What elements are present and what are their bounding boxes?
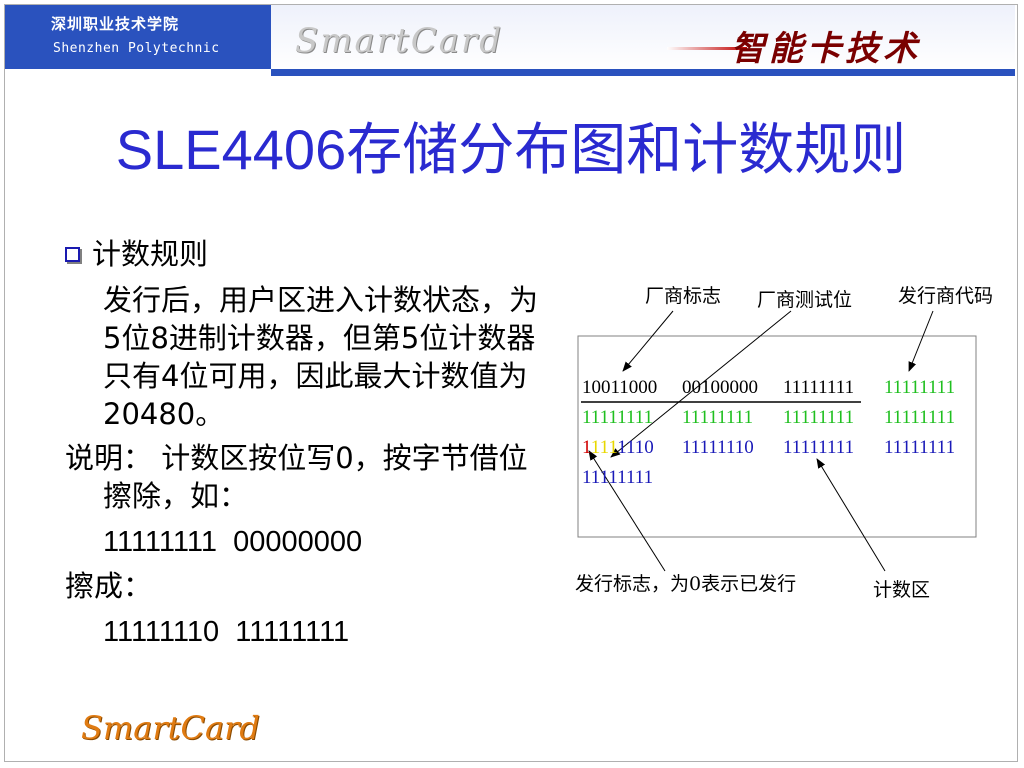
bits-r2-c4: 11111111 <box>884 407 956 428</box>
arrow-vendor-mark <box>622 310 674 372</box>
bits-r2-c1: 11111111 <box>582 407 654 428</box>
header-rule <box>271 69 1015 76</box>
note-paragraph: 说明： 计数区按位写0，按字节借位擦除，如： <box>65 441 528 513</box>
bits-r1-c2: 00100000 <box>682 377 758 398</box>
bits-r1-c3: 11111111 <box>783 377 855 398</box>
slide-title: SLE4406存储分布图和计数规则 <box>115 118 907 181</box>
label-vendor-test: 厂商测试位 <box>757 289 853 311</box>
counter-bits: 1110 <box>617 437 654 458</box>
school-name-cn: 深圳职业技术学院 <box>51 15 180 33</box>
header: 深圳职业技术学院 Shenzhen Polytechnic SmartCard … <box>5 5 1017 77</box>
school-banner: 深圳职业技术学院 Shenzhen Polytechnic <box>5 5 271 69</box>
label-vendor-mark: 厂商标志 <box>645 285 722 307</box>
bits-r3-c4: 11111111 <box>884 437 956 458</box>
smartcard-wordmark: SmartCard <box>295 21 504 61</box>
bits-r3-c1: 11111110 <box>582 437 654 459</box>
bits-r3-c3: 11111111 <box>783 437 855 458</box>
school-name-en: Shenzhen Polytechnic <box>53 41 220 56</box>
content-text: 计数规则 发行后，用户区进入计数状态，为5位8进制计数器，但第5位计数器只有4位… <box>65 233 545 651</box>
issue-flag-bit: 1 <box>582 437 591 458</box>
footer-smartcard-logo: SmartCard <box>81 709 260 747</box>
square-bullet-icon <box>65 246 80 262</box>
label-issue-flag: 发行标志，为0表示已发行 <box>575 573 797 595</box>
bits-r1-c4: 11111111 <box>884 377 956 398</box>
vendor-test-bits: 111 <box>590 437 618 458</box>
arrow-counter-area <box>816 458 886 572</box>
slide: 深圳职业技术学院 Shenzhen Polytechnic SmartCard … <box>4 4 1018 762</box>
erase-label: 擦成： <box>65 569 153 603</box>
bits-r3-c2: 11111110 <box>682 437 754 458</box>
example-before: 11111111 00000000 <box>103 526 363 558</box>
bits-r4-c1: 11111111 <box>582 467 654 488</box>
bits-r2-c3: 11111111 <box>783 407 855 428</box>
bullet-label: 计数规则 <box>92 237 209 271</box>
bits-r2-c2: 11111111 <box>682 407 754 428</box>
bits-r1-c1: 10011000 <box>582 377 658 398</box>
tagline: 智能卡技术 <box>731 29 921 69</box>
label-counter-area: 计数区 <box>873 579 931 601</box>
arrow-issuer-code <box>908 310 934 372</box>
example-after: 11111110 11111111 <box>103 616 350 648</box>
label-issuer-code: 发行商代码 <box>898 285 994 307</box>
bullet-item: 计数规则 <box>65 233 545 275</box>
counting-rule-paragraph: 发行后，用户区进入计数状态，为5位8进制计数器，但第5位计数器只有4位可用，因此… <box>103 283 539 431</box>
